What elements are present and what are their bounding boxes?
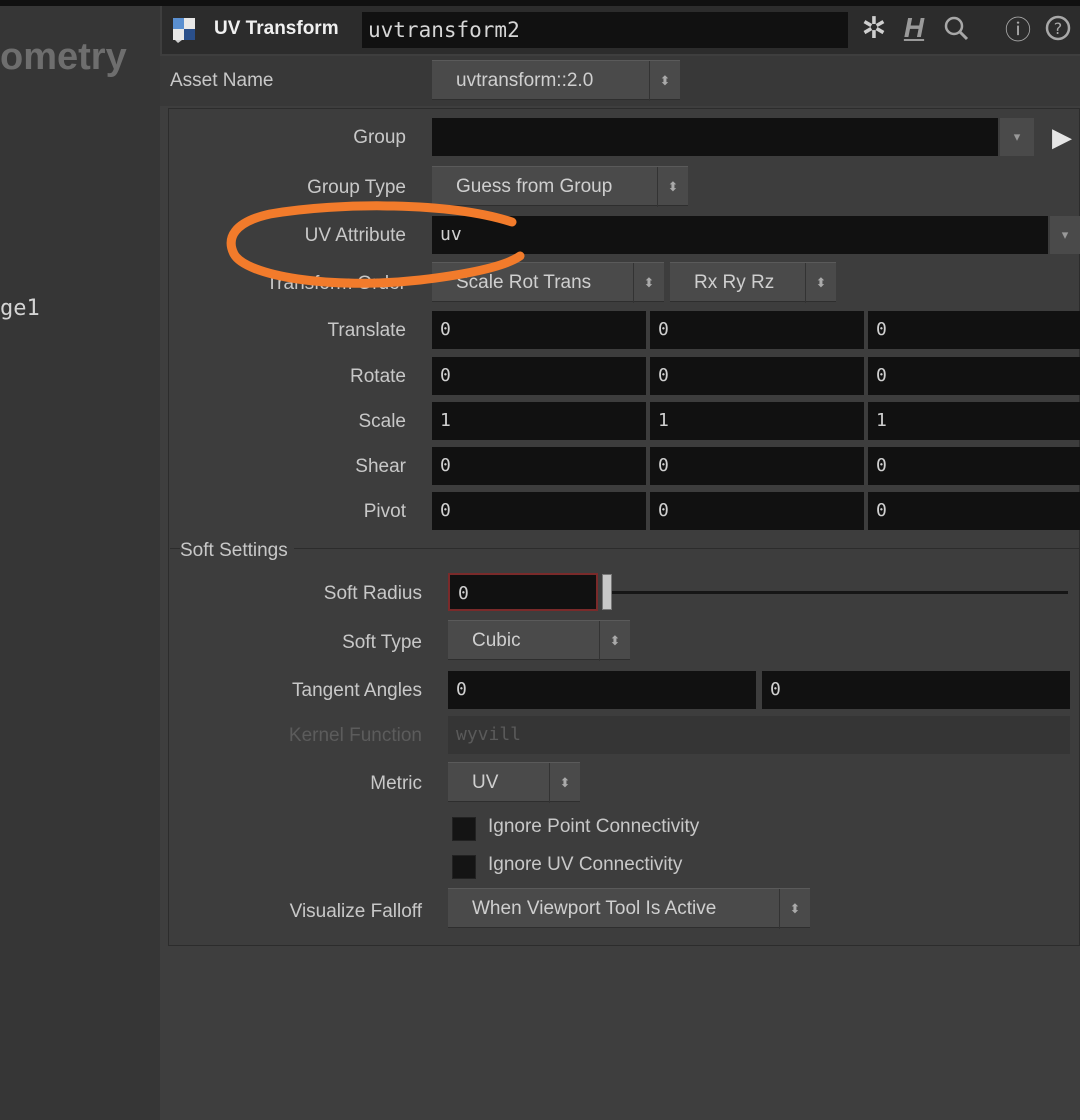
- group-label: Group: [353, 127, 406, 148]
- group-field[interactable]: [432, 118, 998, 156]
- kernel-function-field: wyvill: [448, 716, 1070, 754]
- group-type-value: Guess from Group: [456, 176, 613, 197]
- pivot-z-field[interactable]: 0: [868, 492, 1080, 530]
- updown-arrow-icon: ⬍: [549, 763, 580, 803]
- left-pane: [0, 6, 160, 1120]
- group-dropdown-icon[interactable]: ▾: [1000, 118, 1034, 156]
- updown-arrow-icon: ⬍: [599, 621, 630, 661]
- hda-icon[interactable]: H: [896, 10, 932, 46]
- pivot-label: Pivot: [363, 501, 406, 522]
- shear-z-field[interactable]: 0: [868, 447, 1080, 485]
- shear-label: Shear: [355, 456, 406, 477]
- scale-label: Scale: [358, 411, 406, 432]
- rotate-y-field[interactable]: 0: [650, 357, 864, 395]
- rotate-label: Rotate: [350, 366, 406, 387]
- pivot-y-field[interactable]: 0: [650, 492, 864, 530]
- soft-settings-header[interactable]: Soft Settings: [180, 540, 294, 562]
- soft-radius-slider-handle[interactable]: [602, 574, 612, 610]
- info-glyph: ⓘ: [1004, 14, 1031, 45]
- soft-settings-separator: [170, 548, 1080, 549]
- rotate-x-field[interactable]: 0: [432, 357, 646, 395]
- pivot-x-field[interactable]: 0: [432, 492, 646, 530]
- asset-name-value: uvtransform::2.0: [456, 70, 594, 91]
- tangent-angle-2-field[interactable]: 0: [762, 671, 1070, 709]
- kernel-function-label: Kernel Function: [288, 725, 422, 746]
- ignore-uv-connectivity-label[interactable]: Ignore UV Connectivity: [488, 854, 682, 876]
- rotation-order-value: Rx Ry Rz: [694, 272, 775, 293]
- select-arrow-icon[interactable]: ▶: [1052, 120, 1080, 154]
- scale-y-field[interactable]: 1: [650, 402, 864, 440]
- translate-y-field[interactable]: 0: [650, 311, 864, 349]
- shear-y-field[interactable]: 0: [650, 447, 864, 485]
- soft-radius-slider-track[interactable]: [610, 591, 1068, 594]
- updown-arrow-icon: ⬍: [633, 263, 664, 303]
- help-glyph: ?: [1054, 19, 1063, 38]
- ignore-point-connectivity-label[interactable]: Ignore Point Connectivity: [488, 816, 699, 838]
- translate-x-field[interactable]: 0: [432, 311, 646, 349]
- updown-arrow-icon: ⬍: [779, 889, 810, 929]
- rotation-order-menu[interactable]: Rx Ry Rz ⬍: [670, 262, 836, 303]
- soft-type-label: Soft Type: [342, 632, 422, 653]
- uv-transform-node-icon: [172, 14, 200, 44]
- visualize-falloff-label: Visualize Falloff: [289, 901, 422, 922]
- visualize-falloff-value: When Viewport Tool Is Active: [472, 898, 717, 919]
- help-icon[interactable]: ?: [1040, 10, 1076, 46]
- asset-name-menu[interactable]: uvtransform::2.0 ⬍: [432, 60, 680, 101]
- metric-label: Metric: [370, 773, 422, 794]
- soft-type-menu[interactable]: Cubic ⬍: [448, 620, 630, 661]
- translate-label: Translate: [327, 320, 407, 341]
- gear-icon[interactable]: ✲: [856, 10, 892, 46]
- metric-menu[interactable]: UV ⬍: [448, 762, 580, 803]
- search-icon[interactable]: [938, 10, 974, 46]
- updown-arrow-icon: ⬍: [805, 263, 836, 303]
- updown-arrow-icon: ⬍: [649, 61, 680, 101]
- ignore-uv-connectivity-checkbox[interactable]: [452, 855, 476, 879]
- shear-x-field[interactable]: 0: [432, 447, 646, 485]
- node-type-label: UV Transform: [214, 18, 339, 39]
- gear-glyph: ✲: [861, 11, 887, 45]
- uv-attribute-dropdown-icon[interactable]: ▾: [1050, 216, 1080, 254]
- tangent-angle-1-field[interactable]: 0: [448, 671, 756, 709]
- info-icon[interactable]: ⓘ: [1000, 10, 1036, 46]
- metric-value: UV: [472, 772, 499, 793]
- ignore-point-connectivity-checkbox[interactable]: [452, 817, 476, 841]
- soft-radius-field[interactable]: 0: [448, 573, 598, 611]
- soft-type-value: Cubic: [472, 630, 521, 651]
- orange-annotation-circle: [226, 201, 525, 288]
- scale-x-field[interactable]: 1: [432, 402, 646, 440]
- left-pane-title: ometry: [0, 36, 127, 78]
- hda-glyph: H: [903, 12, 925, 43]
- node-name-field[interactable]: uvtransform2: [362, 12, 848, 48]
- translate-z-field[interactable]: 0: [868, 311, 1080, 349]
- rotate-z-field[interactable]: 0: [868, 357, 1080, 395]
- soft-radius-label: Soft Radius: [323, 583, 422, 604]
- asset-name-label: Asset Name: [170, 70, 274, 91]
- scale-z-field[interactable]: 1: [868, 402, 1080, 440]
- updown-arrow-icon: ⬍: [657, 167, 688, 207]
- left-pane-node-label[interactable]: ge1: [0, 296, 40, 321]
- visualize-falloff-menu[interactable]: When Viewport Tool Is Active ⬍: [448, 888, 810, 929]
- tangent-angles-label: Tangent Angles: [292, 680, 422, 701]
